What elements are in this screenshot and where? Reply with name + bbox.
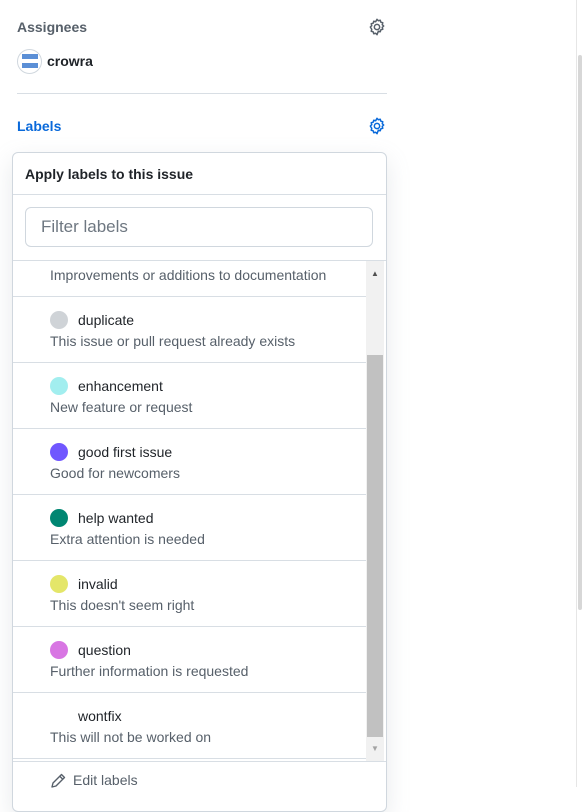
avatar: [17, 48, 42, 74]
label-description: Further information is requested: [50, 663, 249, 679]
label-description: Good for newcomers: [50, 465, 180, 481]
edit-labels-label[interactable]: Edit labels: [73, 772, 138, 788]
label-top: good first issue: [50, 442, 172, 462]
label-description: This issue or pull request already exist…: [50, 333, 296, 349]
label-name: good first issue: [78, 444, 173, 460]
label-color-swatch: [50, 509, 68, 527]
label-name: duplicate: [78, 312, 135, 328]
popover-title: Apply labels to this issue: [13, 153, 386, 195]
label-name: help wanted: [78, 510, 154, 526]
label-item[interactable]: question Further information is requested: [13, 627, 366, 693]
label-top: invalid: [50, 574, 118, 594]
label-top: wontfix: [50, 706, 122, 726]
label-color-swatch: [50, 641, 68, 659]
label-description: This will not be worked on: [50, 729, 212, 745]
label-item[interactable]: duplicate This issue or pull request alre…: [13, 297, 366, 363]
label-description: This doesn't seem right: [50, 597, 195, 613]
page-scrollbar-thumb[interactable]: [578, 55, 582, 610]
label-name: invalid: [78, 576, 118, 592]
label-item[interactable]: help wanted Extra attention is needed: [13, 495, 366, 561]
assignees-header: Assignees: [17, 15, 387, 39]
label-color-swatch: [50, 707, 68, 725]
assignee-item[interactable]: crowra: [17, 48, 93, 74]
label-color-swatch: [50, 311, 68, 329]
label-description: Improvements or additions to documentati…: [50, 267, 327, 283]
assignees-gear-icon[interactable]: [367, 17, 387, 37]
section-divider: [17, 93, 387, 94]
label-name: wontfix: [78, 708, 122, 724]
label-top: enhancement: [50, 376, 163, 396]
label-color-swatch: [50, 377, 68, 395]
filter-wrapper: [13, 195, 386, 261]
label-item[interactable]: Improvements or additions to documentati…: [13, 261, 366, 297]
label-item[interactable]: enhancement New feature or request: [13, 363, 366, 429]
edit-labels-link[interactable]: Edit labels: [13, 761, 386, 811]
scroll-down-icon[interactable]: ▼: [366, 739, 384, 757]
label-top: question: [50, 640, 131, 660]
scroll-up-icon[interactable]: ▲: [366, 264, 384, 282]
assignees-title: Assignees: [17, 19, 88, 35]
labels-header[interactable]: Labels: [17, 114, 387, 138]
label-description: Extra attention is needed: [50, 531, 205, 547]
labels-list-scrollbar[interactable]: ▲ ▼: [366, 261, 384, 761]
label-color-swatch: [50, 575, 68, 593]
page-scrollbar[interactable]: [576, 0, 582, 787]
label-top: help wanted: [50, 508, 154, 528]
labels-popover: Apply labels to this issue Improvements …: [12, 152, 387, 812]
labels-title[interactable]: Labels: [17, 118, 61, 134]
assignee-name[interactable]: crowra: [47, 53, 93, 69]
issue-sidebar: Assignees crowra Labels Apply labels to …: [0, 0, 400, 812]
filter-labels-input[interactable]: [25, 207, 373, 247]
label-color-swatch: [50, 443, 68, 461]
pencil-icon: [49, 772, 67, 790]
label-item[interactable]: wontfix This will not be worked on: [13, 693, 366, 759]
label-description: New feature or request: [50, 399, 193, 415]
labels-gear-icon[interactable]: [367, 116, 387, 136]
labels-list: Improvements or additions to documentati…: [13, 261, 366, 759]
label-name: question: [78, 642, 131, 658]
labels-list-area: Improvements or additions to documentati…: [13, 261, 386, 761]
labels-list-scrollbar-thumb[interactable]: [367, 355, 383, 737]
label-top: duplicate: [50, 310, 134, 330]
label-item[interactable]: good first issue Good for newcomers: [13, 429, 366, 495]
label-item[interactable]: invalid This doesn't seem right: [13, 561, 366, 627]
label-name: enhancement: [78, 378, 163, 394]
